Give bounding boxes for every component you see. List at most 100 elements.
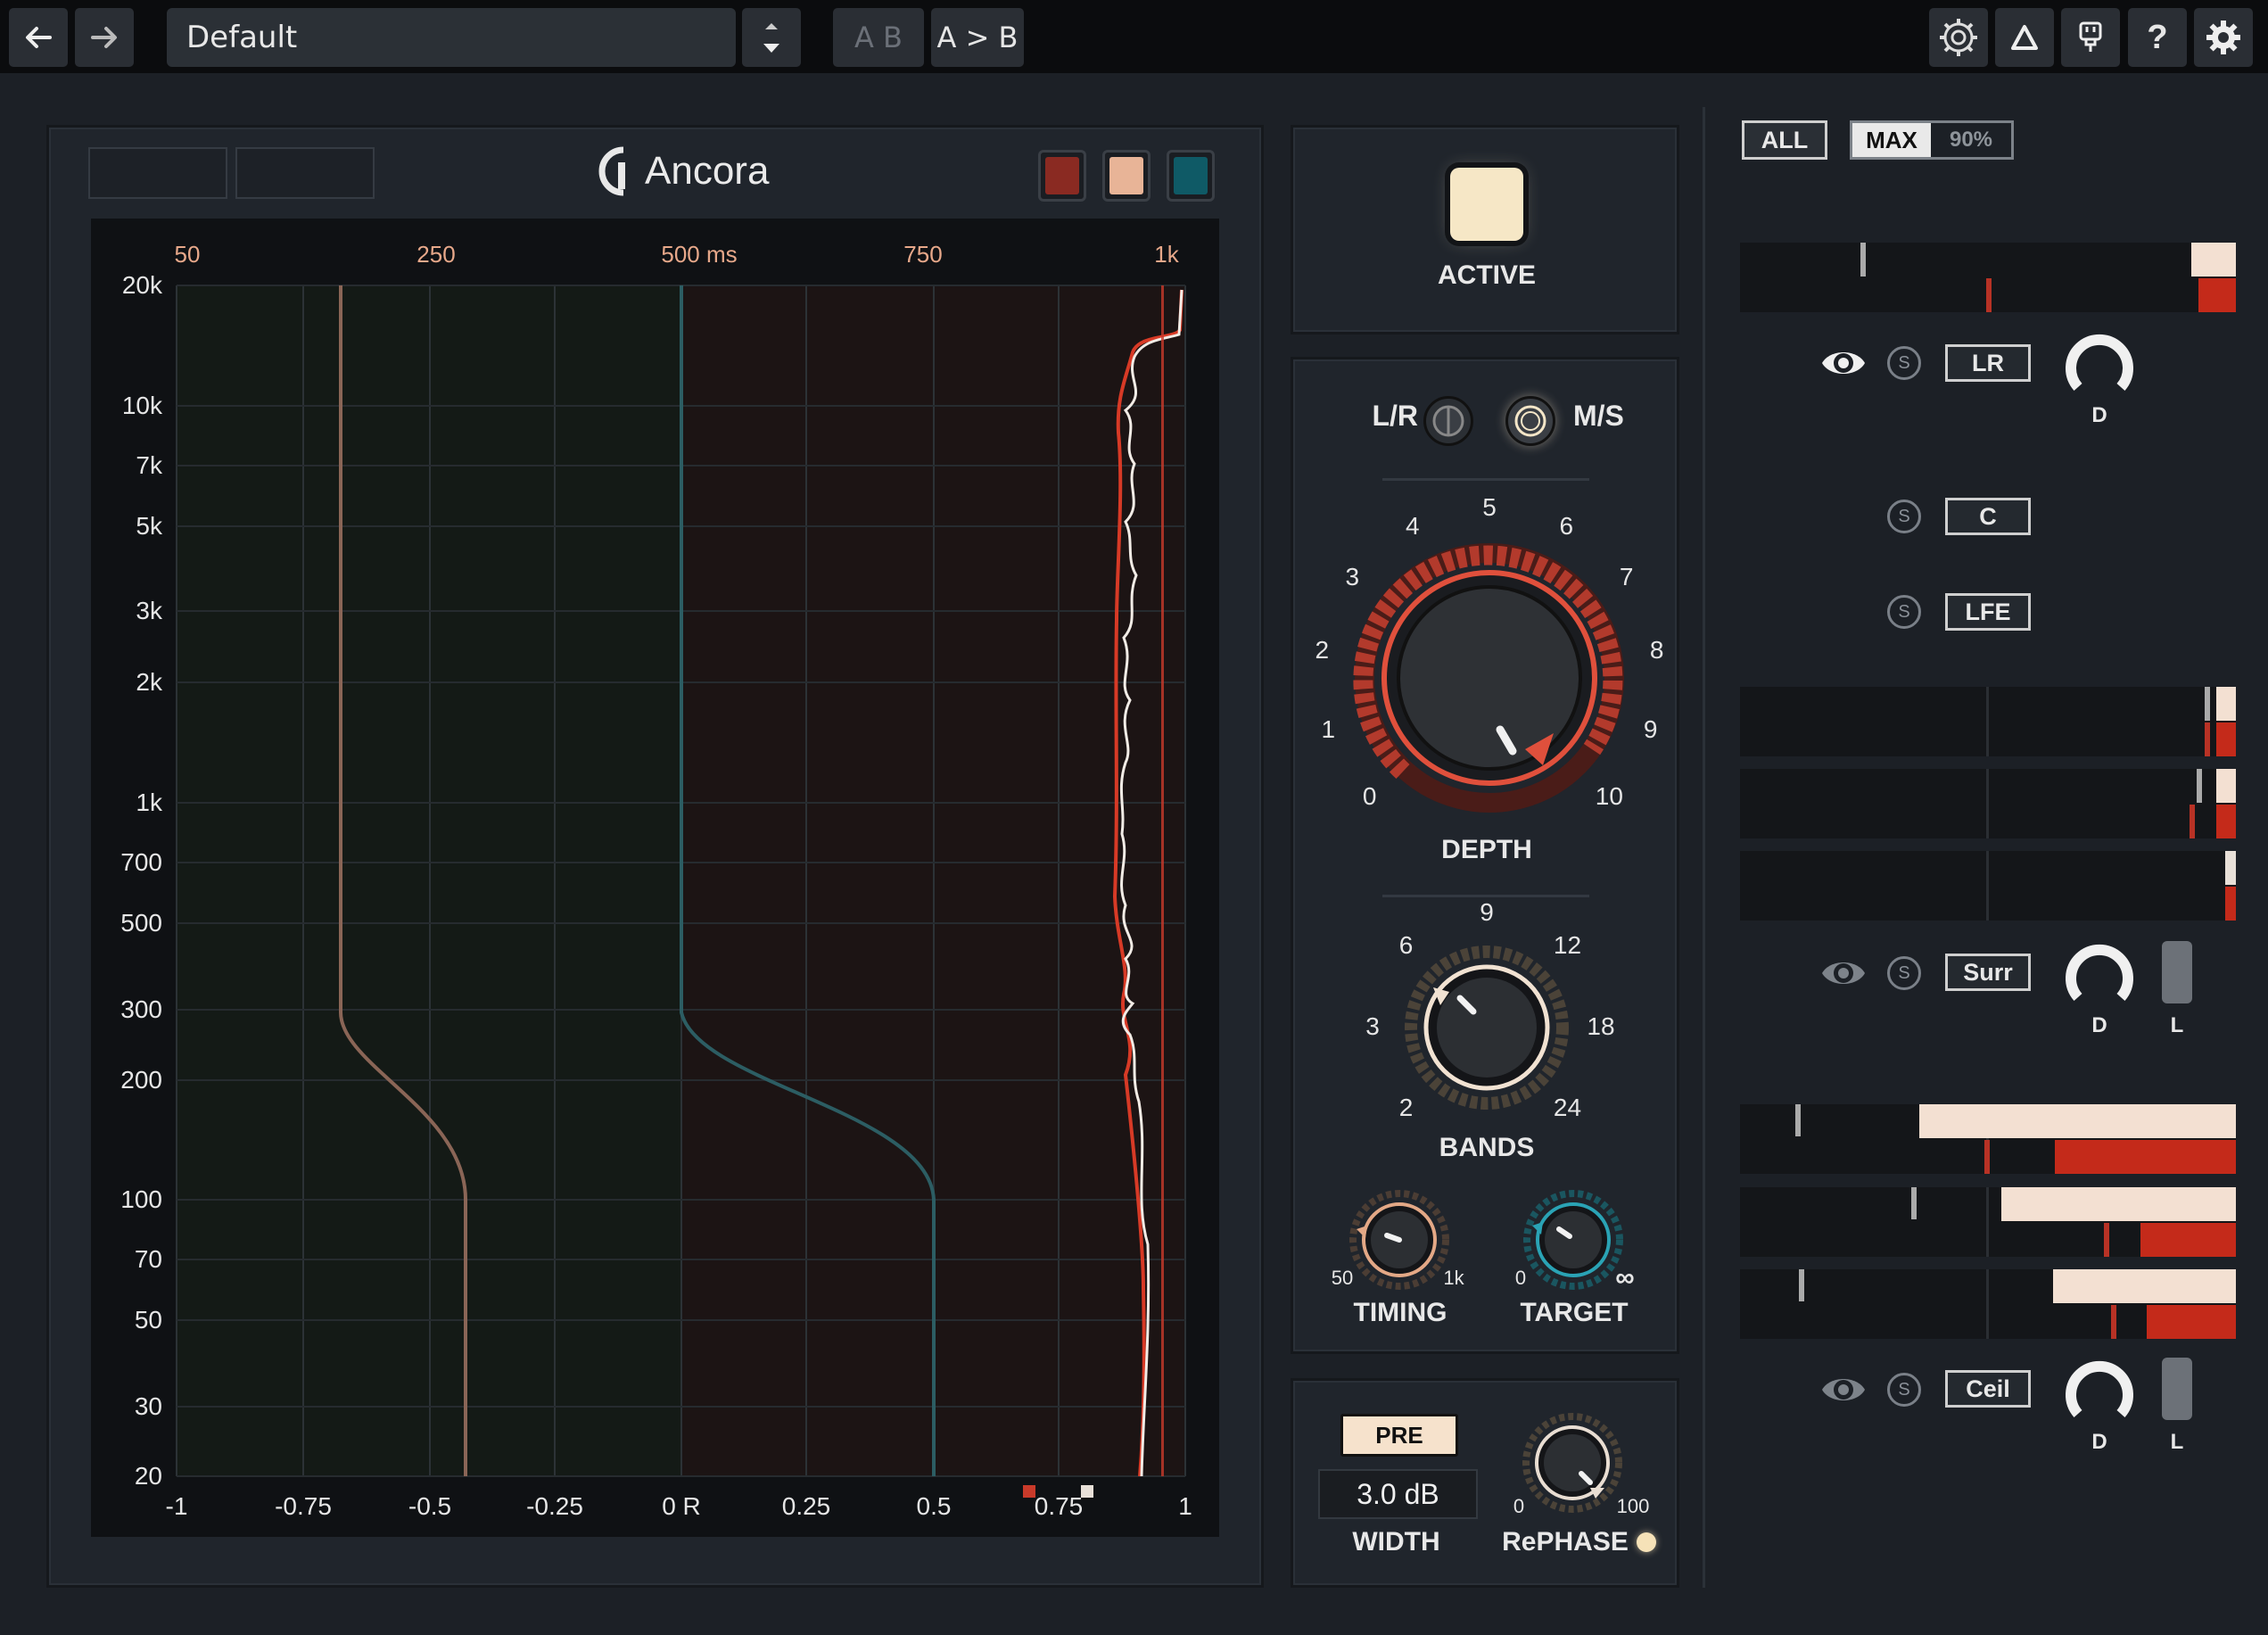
preset-stepper[interactable] [742, 8, 801, 67]
arrow-left-icon [26, 27, 52, 48]
ceil-link-slider[interactable] [2162, 1358, 2192, 1420]
width-value-field[interactable]: 3.0 dB [1318, 1469, 1478, 1519]
tonal-balance-button[interactable] [1929, 8, 1988, 67]
all-button[interactable]: ALL [1742, 120, 1827, 160]
chevron-up-down-icon [763, 23, 779, 53]
ceil-depth-knob[interactable] [2062, 1355, 2137, 1430]
correlation-tick: 0.75 [1034, 1492, 1084, 1520]
correlation-tick: -0.25 [526, 1492, 583, 1520]
bands-scale-number: 2 [1398, 1093, 1414, 1121]
ab-toggle-button[interactable]: A B [833, 8, 924, 67]
correlation-tick: -1 [165, 1492, 188, 1520]
depth-scale-number: 5 [1482, 493, 1497, 521]
correlation-tick: -0.75 [275, 1492, 332, 1520]
surr-depth-knob[interactable] [2062, 938, 2137, 1013]
correlation-tick: 0.25 [781, 1492, 831, 1520]
lfe-channel-button[interactable]: LFE [1945, 593, 2031, 631]
lr-mode-button[interactable] [1423, 396, 1473, 446]
preset-selector[interactable]: Default [167, 8, 736, 67]
plug-button[interactable] [2061, 8, 2120, 67]
meter-ceil-1 [1740, 1104, 2236, 1174]
settings-gear-icon [2206, 21, 2240, 54]
correlation-tick: 0 R [662, 1492, 701, 1520]
time-tick: 750 [903, 241, 943, 268]
max-percent[interactable]: 90% [1931, 123, 2011, 157]
depth-scale-number: 2 [1315, 636, 1330, 665]
solo-c-button[interactable]: S [1887, 500, 1921, 533]
back-button[interactable] [9, 8, 68, 67]
timing-max: 1k [1443, 1267, 1464, 1289]
frequency-tick: 30 [134, 1392, 162, 1420]
depth-scale-number: 9 [1643, 714, 1658, 743]
time-tick: 250 [416, 241, 456, 268]
empty-slot-2 [235, 147, 375, 199]
settings-button[interactable] [2194, 8, 2253, 67]
frequency-tick: 70 [134, 1245, 162, 1273]
help-button[interactable]: ? [2128, 8, 2187, 67]
frequency-tick: 700 [120, 848, 162, 876]
lr-channel-button[interactable]: LR [1945, 344, 2031, 382]
target-label: TARGET [1520, 1298, 1629, 1327]
surr-l-label: L [2170, 1013, 2184, 1037]
visibility-eye-icon[interactable] [1819, 952, 1868, 995]
bands-scale-number: 24 [1553, 1093, 1582, 1121]
depth-scale-number: 8 [1649, 636, 1664, 665]
ms-mode-button[interactable] [1505, 396, 1555, 446]
brand-logo: Ancora [593, 145, 825, 198]
color-swatch-red[interactable] [1038, 150, 1086, 202]
frequency-tick: 10k [121, 392, 162, 419]
meter-surr-3 [1740, 851, 2236, 921]
delta-icon [2011, 25, 2038, 50]
ceil-l-label: L [2170, 1430, 2184, 1454]
depth-scale-number: 3 [1345, 563, 1360, 591]
active-toggle-button[interactable] [1450, 168, 1523, 241]
bands-scale-number: 9 [1480, 898, 1494, 926]
meter-surr-1 [1740, 687, 2236, 756]
frequency-tick: 5k [136, 512, 162, 540]
solo-ceil-button[interactable]: S [1887, 1373, 1921, 1407]
visibility-eye-icon[interactable] [1819, 342, 1868, 384]
pre-toggle-button[interactable]: PRE [1340, 1414, 1458, 1457]
rephase-label: RePHASE [1502, 1527, 1629, 1557]
ceil-d-label: D [2091, 1430, 2107, 1454]
c-channel-button[interactable]: C [1945, 498, 2031, 535]
solo-lfe-button[interactable]: S [1887, 595, 1921, 629]
color-swatch-teal[interactable] [1167, 150, 1215, 202]
bands-knob[interactable] [1398, 938, 1576, 1117]
correlation-display: 50 250 500 ms 750 1k 20k 10k 7k 5k 3k 2k 1k 700… [91, 219, 1219, 1537]
frequency-tick: 20k [121, 271, 162, 299]
depth-scale-number: 10 [1595, 782, 1623, 811]
a-to-b-button[interactable]: A > B [931, 8, 1024, 67]
surr-d-label: D [2091, 1013, 2107, 1037]
surr-channel-button[interactable]: Surr [1945, 954, 2031, 991]
max-button[interactable]: MAX [1852, 123, 1931, 157]
forward-button[interactable] [75, 8, 134, 67]
frequency-tick: 20 [134, 1462, 162, 1490]
depth-scale-number: 4 [1405, 511, 1420, 540]
ms-mode-icon [1514, 405, 1546, 437]
surr-link-slider[interactable] [2162, 941, 2192, 1003]
correlation-tick: 1 [1178, 1492, 1192, 1520]
column-divider [1703, 107, 1705, 1588]
frequency-tick: 50 [134, 1306, 162, 1334]
meter-ceil-2 [1740, 1187, 2236, 1257]
solo-surr-button[interactable]: S [1887, 956, 1921, 990]
correlation-chart [176, 285, 1186, 1498]
delta-button[interactable] [1995, 8, 2054, 67]
max-toggle[interactable]: MAX 90% [1850, 120, 2014, 160]
timing-min: 50 [1331, 1267, 1354, 1289]
solo-lr-button[interactable]: S [1887, 346, 1921, 380]
depth-scale-number: 6 [1559, 511, 1574, 540]
lr-depth-knob[interactable] [2062, 328, 2137, 403]
top-toolbar: Default A B A > B ? [0, 0, 2268, 73]
frequency-tick: 200 [120, 1066, 162, 1094]
meter-surr-2 [1740, 769, 2236, 838]
color-swatch-peach[interactable] [1102, 150, 1150, 202]
rephase-min: 0 [1513, 1495, 1525, 1517]
visibility-eye-icon[interactable] [1819, 1368, 1868, 1411]
ceil-channel-button[interactable]: Ceil [1945, 1370, 2031, 1408]
lr-mode-icon [1432, 405, 1464, 437]
width-label: WIDTH [1352, 1527, 1440, 1557]
depth-scale-number: 1 [1321, 714, 1336, 743]
depth-label: DEPTH [1441, 835, 1532, 864]
